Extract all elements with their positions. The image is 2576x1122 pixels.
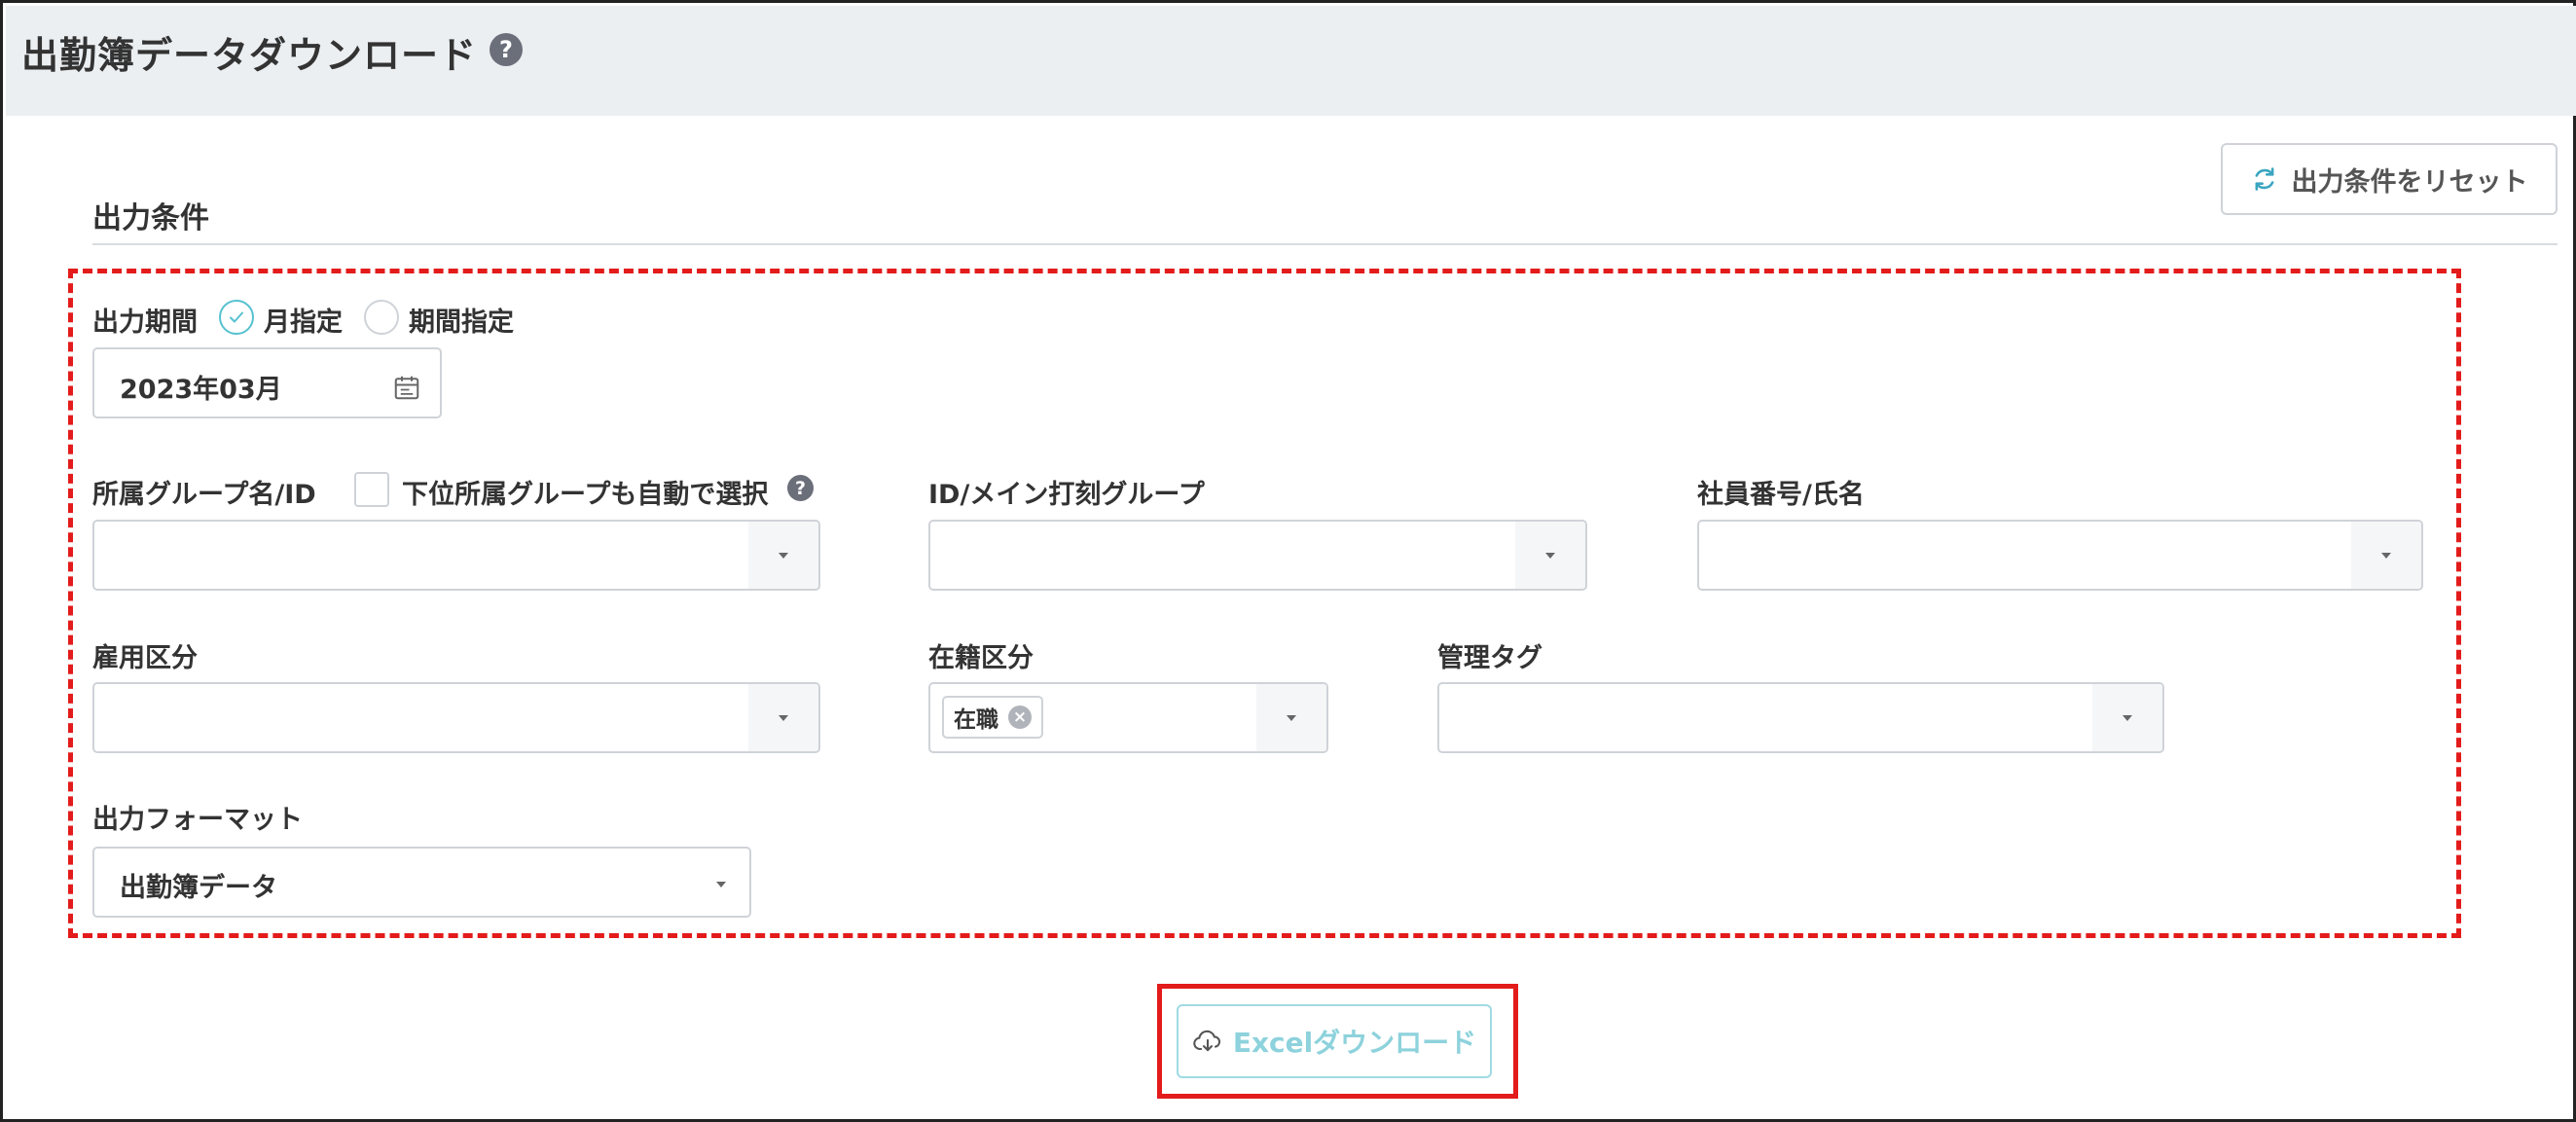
output-format-label: 出力フォーマット xyxy=(92,805,303,835)
reset-conditions-button[interactable]: 出力条件をリセット xyxy=(2221,143,2558,215)
section-divider xyxy=(92,243,2558,245)
group-select[interactable] xyxy=(92,520,820,591)
month-picker[interactable]: 2023年03月 xyxy=(92,347,442,418)
enrollment-tag-label: 在職 xyxy=(954,707,998,733)
employment-type-select[interactable] xyxy=(92,682,820,753)
employee-select[interactable] xyxy=(1697,520,2423,591)
punch-group-label: ID/メイン打刻グループ xyxy=(928,480,1205,510)
output-format-value: 出勤簿データ xyxy=(120,873,277,903)
section-title: 出力条件 xyxy=(92,201,209,235)
chevron-down-icon xyxy=(2092,684,2162,751)
chevron-down-icon xyxy=(1256,684,1326,751)
subgroup-checkbox[interactable] xyxy=(354,472,389,507)
enrollment-label: 在籍区分 xyxy=(928,643,1034,673)
employment-type-label: 雇用区分 xyxy=(92,643,198,673)
refresh-icon xyxy=(2255,167,2273,191)
page-title: 出勤簿データダウンロード xyxy=(21,34,478,77)
excel-download-label: Excelダウンロード xyxy=(1232,1027,1477,1059)
punch-group-select[interactable] xyxy=(928,520,1587,591)
check-icon xyxy=(230,311,243,323)
output-format-select[interactable]: 出勤簿データ xyxy=(92,847,751,918)
reset-conditions-label: 出力条件をリセット xyxy=(2291,166,2528,198)
chevron-down-icon xyxy=(748,684,818,751)
chevron-down-icon xyxy=(716,882,726,887)
radio-period-label[interactable]: 期間指定 xyxy=(409,301,514,339)
management-tag-select[interactable] xyxy=(1437,682,2164,753)
radio-period[interactable] xyxy=(364,300,399,335)
management-tag-label: 管理タグ xyxy=(1437,643,1542,673)
enrollment-select[interactable]: 在職 × xyxy=(928,682,1328,753)
employee-label: 社員番号/氏名 xyxy=(1697,480,1865,510)
cloud-download-icon xyxy=(1193,1030,1220,1052)
month-value: 2023年03月 xyxy=(120,375,282,405)
calendar-icon[interactable] xyxy=(392,373,421,402)
output-period-label: 出力期間 xyxy=(92,308,198,338)
help-icon[interactable]: ? xyxy=(490,33,523,66)
subgroup-help-icon[interactable]: ? xyxy=(787,475,814,501)
radio-month[interactable] xyxy=(219,300,254,335)
page-header: 出勤簿データダウンロード ? xyxy=(6,6,2576,116)
excel-download-button[interactable]: Excelダウンロード xyxy=(1177,1004,1492,1078)
enrollment-tag: 在職 × xyxy=(942,696,1043,739)
window-frame: 出勤簿データダウンロード ? 出力条件をリセット 出力条件 出力期間 月指定 期… xyxy=(0,0,2576,1122)
chevron-down-icon xyxy=(748,522,818,589)
remove-tag-icon[interactable]: × xyxy=(1008,706,1032,729)
group-label: 所属グループ名/ID xyxy=(92,480,316,510)
radio-month-label[interactable]: 月指定 xyxy=(264,301,343,339)
chevron-down-icon xyxy=(2351,522,2421,589)
subgroup-checkbox-label[interactable]: 下位所属グループも自動で選択 xyxy=(402,473,768,511)
chevron-down-icon xyxy=(1515,522,1585,589)
